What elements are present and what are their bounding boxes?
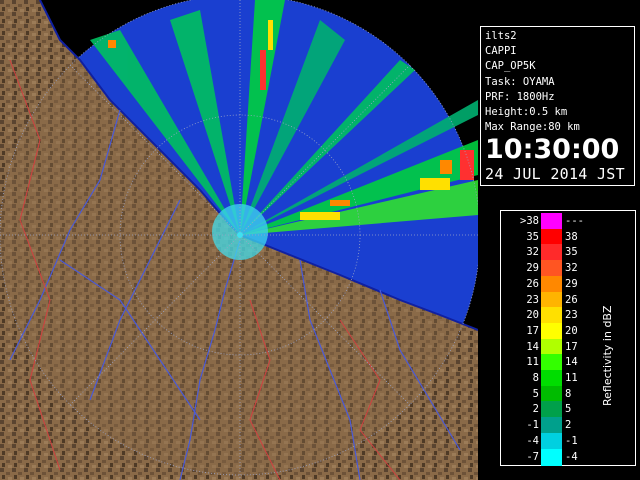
legend-low-value: 26: [526, 277, 539, 290]
legend-color-swatch: [541, 228, 562, 246]
legend-high-value: 14: [565, 356, 578, 369]
legend-high-value: 11: [565, 372, 578, 384]
legend-row: 32 35: [501, 244, 635, 262]
legend-high-value: 2: [565, 419, 572, 432]
legend-row: -7 -4: [501, 448, 635, 466]
info-line-4: PRF: 1800Hz: [485, 90, 555, 103]
legend-row: 20 23: [501, 307, 635, 325]
legend-row: 25: [501, 401, 635, 419]
legend-low-value: 35: [526, 230, 539, 243]
info-line-0: ilts2: [485, 30, 517, 42]
legend-low-value: 17: [526, 324, 539, 337]
legend-row: 58: [501, 385, 635, 403]
legend-high-value: 29: [565, 277, 578, 290]
legend-low-value: 29: [526, 262, 539, 275]
legend-color-swatch: [541, 338, 562, 356]
legend-row: >38 ---: [501, 213, 635, 230]
legend-high-value: ---: [565, 215, 584, 227]
radar-info-box: ilts2 CAPPI CAP_OP5K Task: OYAMA PRF: 18…: [480, 26, 635, 186]
legend-row: 29 32: [501, 260, 635, 278]
legend-high-value: 26: [565, 293, 578, 306]
legend-row: 35 38: [501, 228, 635, 246]
legend-color-swatch: [541, 275, 562, 293]
legend-low-value: -1: [526, 419, 539, 432]
legend-low-value: 5: [532, 387, 539, 400]
legend-high-value: 5: [565, 403, 572, 416]
legend-low-value: -7: [526, 450, 539, 463]
legend-color-swatch: [541, 432, 562, 450]
legend-high-value: 23: [565, 309, 578, 322]
legend-high-value: 20: [565, 324, 578, 337]
legend-color-swatch: [541, 417, 562, 435]
legend-high-value: 8: [565, 387, 572, 400]
legend-row: 8 11: [501, 370, 635, 387]
legend-color-swatch: [541, 244, 562, 262]
info-line-1: CAPPI: [485, 45, 517, 58]
legend-color-swatch: [541, 260, 562, 278]
legend-color-swatch: [541, 370, 562, 387]
legend-high-value: 17: [565, 340, 578, 353]
legend-color-swatch: [541, 213, 562, 230]
legend-row: 11 14: [501, 354, 635, 372]
legend-color-swatch: [541, 291, 562, 309]
legend-row: -4 -1: [501, 432, 635, 450]
legend-row: -1 2: [501, 417, 635, 435]
info-line-2: CAP_OP5K: [485, 60, 536, 73]
info-line-6: Max Range:80 km: [485, 121, 580, 134]
legend-color-swatch: [541, 307, 562, 325]
legend-high-value: 38: [565, 230, 578, 243]
legend-row: 17 20: [501, 322, 635, 340]
legend-low-value: 11: [526, 356, 539, 369]
legend-color-swatch: [541, 385, 562, 403]
side-panel: ilts2 CAPPI CAP_OP5K Task: OYAMA PRF: 18…: [478, 0, 640, 480]
legend-low-value: >38: [520, 215, 539, 227]
legend-low-value: 8: [532, 372, 539, 384]
legend-color-swatch: [541, 322, 562, 340]
legend-low-value: 20: [526, 309, 539, 322]
legend-color-swatch: [541, 354, 562, 372]
observation-time: 10:30:00: [485, 134, 620, 166]
legend-low-value: 23: [526, 293, 539, 306]
legend-row: 26 29: [501, 275, 635, 293]
observation-date: 24 JUL 2014 JST: [485, 165, 625, 184]
legend-color-swatch: [541, 448, 562, 466]
legend-high-value: -1: [565, 434, 578, 447]
legend-high-value: 35: [565, 246, 578, 259]
radar-map: [0, 0, 478, 480]
legend-high-value: -4: [565, 450, 578, 463]
legend-low-value: 32: [526, 246, 539, 259]
legend-title: Reflectivity in dBZ: [601, 305, 614, 406]
legend-row: 23 26: [501, 291, 635, 309]
radar-site-marker: [237, 232, 243, 238]
info-line-3: Task: OYAMA: [485, 75, 555, 88]
legend-color-swatch: [541, 401, 562, 419]
legend-high-value: 32: [565, 262, 578, 275]
reflectivity-legend: >38 --- 35 38 32 35 29 32 26 29 23 26 20 23 17 20 14 17 11…: [500, 210, 636, 466]
legend-low-value: 14: [526, 340, 539, 353]
legend-low-value: 2: [532, 403, 539, 416]
legend-low-value: -4: [526, 434, 539, 447]
info-line-5: Height:0.5 km: [485, 106, 568, 119]
